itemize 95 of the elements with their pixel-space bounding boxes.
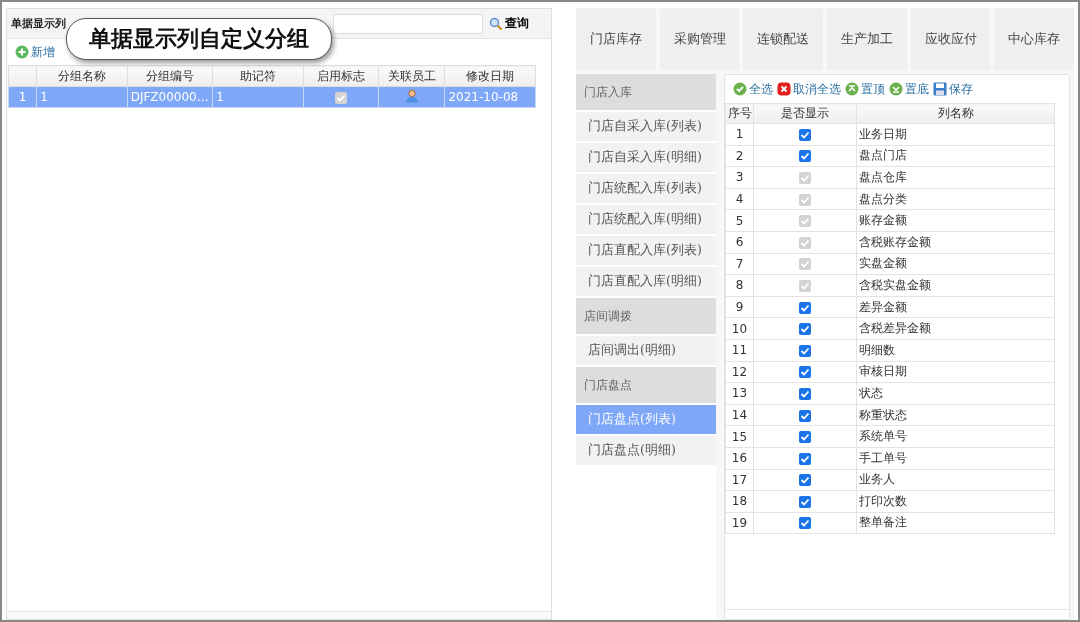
table-cell: 含税账存金额 [856,231,1055,254]
sidebar-item[interactable]: 店间调出(明细) [576,336,716,365]
table-cell: 系统单号 [856,425,1055,448]
magnifier-icon [489,16,503,31]
table-cell: 明细数 [856,339,1055,362]
checkbox[interactable] [799,150,811,163]
table-cell: 业务日期 [856,123,1055,146]
checkbox[interactable] [799,387,811,400]
row-number: 3 [725,166,754,189]
column-header: 修改日期 [444,65,536,87]
column-header: 启用标志 [303,65,379,87]
person-icon [404,88,419,103]
row-number: 2 [725,145,754,167]
checkbox[interactable] [799,431,811,444]
check-circle-icon [733,82,747,96]
search-field[interactable] [333,13,483,34]
add-button[interactable]: 新增 [15,43,55,61]
table-cell: 实盘金额 [856,253,1055,275]
table-cell: 审核日期 [856,361,1055,383]
checkbox[interactable] [799,452,811,465]
column-header: 序号 [725,103,754,124]
row-number: 7 [725,253,754,275]
checkbox[interactable] [799,301,811,314]
save-button[interactable]: 保存 [933,80,973,98]
row-number: 19 [725,512,754,534]
checkbox[interactable] [799,366,811,379]
checkbox[interactable] [799,495,811,508]
row-number: 15 [725,425,754,448]
sidebar-item[interactable]: 门店统配入库(列表) [576,174,716,203]
column-header: 分组编号 [127,65,213,87]
row-number: 1 [725,123,754,146]
row-number: 12 [725,361,754,383]
row-number: 1 [8,86,37,108]
search-button[interactable]: 查询 [489,15,529,32]
column-header: 列名称 [856,103,1055,124]
tab[interactable]: 门店库存 [576,8,656,70]
row-number: 14 [725,404,754,426]
panel-title: 单据显示列 [11,16,67,31]
select-all-button[interactable]: 全选 [733,80,773,98]
sidebar-item[interactable]: 门店直配入库(明细) [576,267,716,296]
row-number: 10 [725,317,754,340]
sidebar-item[interactable]: 门店自采入库(明细) [576,143,716,172]
plus-icon [15,45,29,59]
tab[interactable]: 生产加工 [827,8,907,70]
sidebar-item[interactable]: 门店直配入库(列表) [576,236,716,265]
sidebar-group-header[interactable]: 店间调拨 [576,298,716,334]
deselect-all-button[interactable]: 取消全选 [777,80,841,98]
row-number: 13 [725,382,754,405]
row-number: 5 [725,209,754,232]
table-cell: 盘点门店 [856,145,1055,167]
checkbox[interactable] [799,409,811,422]
close-icon [777,82,791,96]
table-cell: 称重状态 [856,404,1055,426]
tab[interactable]: 中心库存 [994,8,1075,70]
table-cell: 整单备注 [856,512,1055,534]
sidebar-group-header[interactable]: 门店入库 [576,74,716,110]
row-number: 16 [725,447,754,469]
row-number: 8 [725,274,754,297]
tab[interactable]: 应收应付 [910,8,991,70]
table-cell: 状态 [856,382,1055,405]
sidebar-group-header[interactable]: 门店盘点 [576,367,716,403]
row-number: 11 [725,339,754,362]
checkbox[interactable] [799,517,811,530]
table-cell: 盘点仓库 [856,166,1055,189]
chevron-down-circle-icon [889,82,903,96]
column-header: 是否显示 [753,103,857,124]
table-cell: 业务人 [856,469,1055,491]
column-header: 助记符 [212,65,304,87]
column-header: 分组名称 [36,65,128,87]
table-cell: 含税实盘金额 [856,274,1055,297]
checkbox[interactable] [799,474,811,487]
column-header: 关联员工 [378,65,445,87]
sidebar-item[interactable]: 门店盘点(明细) [576,436,716,465]
row-number: 4 [725,188,754,210]
table-cell: 差异金额 [856,296,1055,318]
checkbox[interactable] [799,344,811,357]
table-cell: 含税差异金额 [856,317,1055,340]
tab[interactable]: 连锁配送 [743,8,823,70]
chevron-up-circle-icon [845,82,859,96]
table-cell: 盘点分类 [856,188,1055,210]
top-button[interactable]: 置顶 [845,80,885,98]
callout-label: 单据显示列自定义分组 [66,18,332,60]
table-cell: 账存金额 [856,209,1055,232]
row-number: 18 [725,490,754,513]
checkbox[interactable] [799,323,811,336]
table-cell: 手工单号 [856,447,1055,469]
tab[interactable]: 采购管理 [659,8,740,70]
table-cell: 打印次数 [856,490,1055,513]
sidebar-item[interactable]: 门店统配入库(明细) [576,205,716,234]
row-number: 17 [725,469,754,491]
checkbox[interactable] [799,128,811,141]
bottom-button[interactable]: 置底 [889,80,929,98]
sidebar-item[interactable]: 门店自采入库(列表) [576,112,716,141]
row-number: 6 [725,231,754,254]
row-number: 9 [725,296,754,318]
